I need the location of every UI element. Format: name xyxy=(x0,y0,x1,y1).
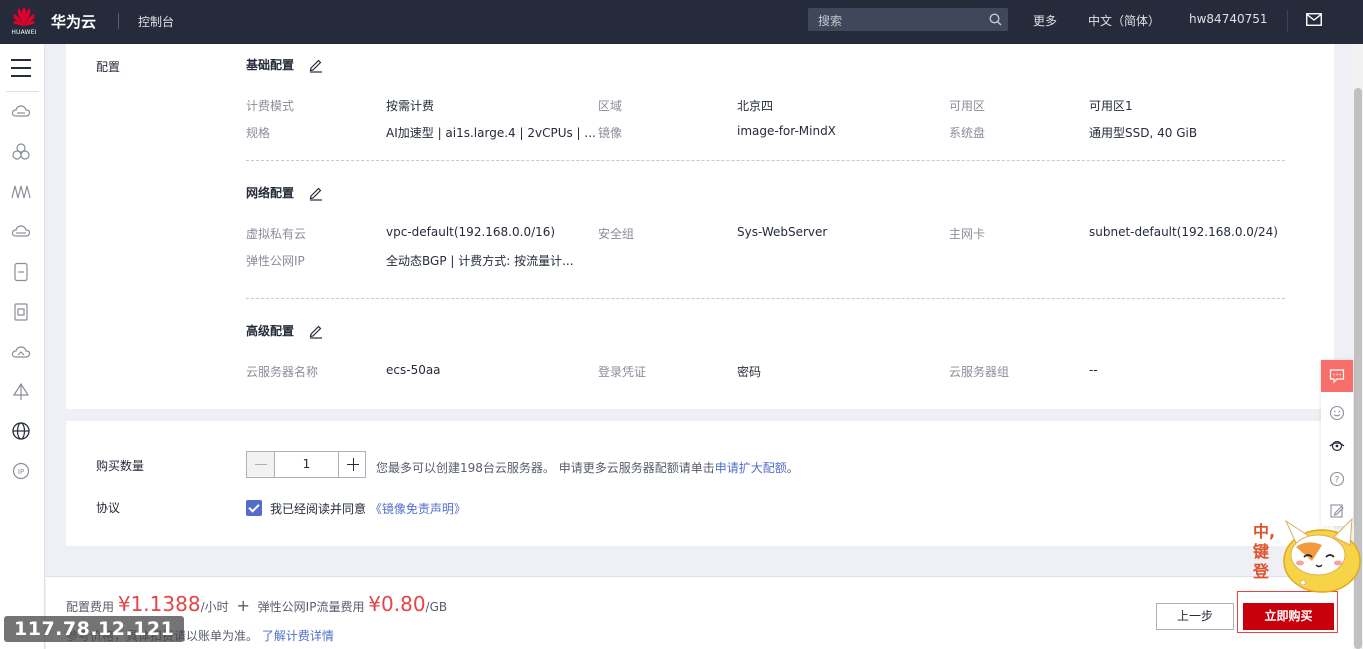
fee-summary: 配置费用 ¥1.1388/小时 + 弹性公网IP流量费用 ¥0.80/GB xyxy=(66,592,447,616)
ip-watermark-overlay: 117.78.12.121 xyxy=(4,616,185,642)
config-fee-unit: /小时 xyxy=(200,600,229,614)
vpc-key: 虚拟私有云 xyxy=(246,227,307,241)
chat-icon[interactable] xyxy=(1329,368,1345,384)
smiley-feedback-icon[interactable] xyxy=(1329,405,1345,421)
ip-icon[interactable]: IP xyxy=(11,461,31,481)
eip-fee-label: 弹性公网IP流量费用 xyxy=(257,600,365,614)
divider xyxy=(1287,10,1288,32)
quantity-hint-text: 您最多可以创建198台云服务器。 申请更多云服务器配额请单击 xyxy=(376,461,715,475)
storage-icon[interactable] xyxy=(11,222,31,242)
region-key: 区域 xyxy=(598,99,623,113)
globe-icon[interactable] xyxy=(11,421,31,441)
left-sidebar: IP xyxy=(0,44,45,649)
login-credential-value: 密码 xyxy=(737,365,762,379)
section-divider xyxy=(246,160,1285,161)
ime-mascot-label: 中,键登 xyxy=(1253,522,1276,581)
config-fee-price: ¥1.1388 xyxy=(117,592,201,616)
quantity-stepper: 1 xyxy=(246,451,366,478)
site-name[interactable]: 华为云 xyxy=(51,11,96,32)
document-icon[interactable] xyxy=(11,302,31,322)
network-icon[interactable] xyxy=(11,182,31,202)
eip-fee-unit: /GB xyxy=(425,600,448,614)
flavor-value: AI加速型 | ai1s.large.4 | 2vCPUs | ... xyxy=(386,126,596,140)
database-icon[interactable] xyxy=(11,262,31,282)
svg-text:IP: IP xyxy=(18,468,24,476)
agreement-text: 我已经阅读并同意 《镜像免责声明》 xyxy=(270,500,466,517)
advanced-config-title: 高级配置 xyxy=(246,324,295,338)
agree-text: 我已经阅读并同意 xyxy=(270,502,367,516)
eip-value: 全动态BGP | 计费方式: 按流量计... xyxy=(386,254,574,268)
server-name-value: ecs-50aa xyxy=(386,363,441,377)
billing-details-link[interactable]: 了解计费详情 xyxy=(262,629,334,643)
svg-text:?: ? xyxy=(1335,476,1340,486)
config-label: 配置 xyxy=(96,60,121,74)
billing-mode-key: 计费模式 xyxy=(246,99,295,113)
quantity-decrease-button[interactable] xyxy=(247,452,275,477)
quantity-label: 购买数量 xyxy=(96,459,145,473)
security-group-key: 安全组 xyxy=(598,227,635,241)
more-menu[interactable]: 更多 xyxy=(1033,12,1057,29)
server-group-key: 云服务器组 xyxy=(949,365,1010,379)
apply-quota-link[interactable]: 申请扩大配额 xyxy=(715,461,787,475)
security-group-value: Sys-WebServer xyxy=(737,225,828,239)
network-config-title: 网络配置 xyxy=(246,186,295,200)
agreement-label: 协议 xyxy=(96,501,121,515)
quantity-input[interactable]: 1 xyxy=(275,452,338,477)
image-disclaimer-link[interactable]: 《镜像免责声明》 xyxy=(370,502,466,516)
quantity-hint-suffix: 。 xyxy=(786,461,799,475)
menu-icon[interactable] xyxy=(11,59,31,83)
image-value: image-for-MindX xyxy=(737,124,836,138)
search-input[interactable]: 搜索 xyxy=(808,8,1008,31)
edit-advanced-config-icon[interactable] xyxy=(308,323,324,339)
search-placeholder: 搜索 xyxy=(818,14,843,28)
cloud-cluster-icon[interactable] xyxy=(11,142,31,162)
edit-basic-config-icon[interactable] xyxy=(308,57,324,73)
basic-config-title: 基础配置 xyxy=(246,58,295,72)
system-disk-key: 系统盘 xyxy=(949,126,986,140)
huawei-flower-icon xyxy=(13,7,35,26)
quantity-increase-button[interactable] xyxy=(338,452,366,477)
user-account[interactable]: hw84740751 xyxy=(1189,12,1268,26)
divider xyxy=(6,91,39,92)
deploy-icon[interactable] xyxy=(11,382,31,402)
divider xyxy=(118,13,119,29)
top-navigation-bar: HUAWEI 华为云 控制台 搜索 更多 中文（简体） hw84740751 xyxy=(0,0,1363,44)
primary-nic-key: 主网卡 xyxy=(949,227,986,241)
section-divider xyxy=(246,298,1285,299)
previous-step-button[interactable]: 上一步 xyxy=(1156,603,1234,630)
vpc-value: vpc-default(192.168.0.0/16) xyxy=(386,225,556,239)
quantity-hint: 您最多可以创建198台云服务器。 申请更多云服务器配额请单击申请扩大配额。 xyxy=(376,459,799,476)
billing-mode-value: 按需计费 xyxy=(386,99,435,113)
mail-icon[interactable] xyxy=(1306,13,1322,26)
buy-now-button[interactable]: 立即购买 xyxy=(1243,603,1334,630)
agreement-checkbox[interactable] xyxy=(246,500,262,516)
edit-network-config-icon[interactable] xyxy=(308,185,324,201)
search-icon[interactable] xyxy=(989,13,1002,26)
system-disk-value: 通用型SSD, 40 GiB xyxy=(1089,126,1198,140)
server-name-key: 云服务器名称 xyxy=(246,365,319,379)
plus-sign: + xyxy=(236,596,250,615)
image-key: 镜像 xyxy=(598,126,623,140)
brand-text: HUAWEI xyxy=(11,29,37,36)
cloud-icon[interactable] xyxy=(11,342,31,362)
region-value: 北京四 xyxy=(737,99,774,113)
eip-fee-price: ¥0.80 xyxy=(368,592,426,616)
eip-key: 弹性公网IP xyxy=(246,254,305,268)
cloud-server-icon[interactable] xyxy=(11,102,31,122)
primary-nic-value: subnet-default(192.168.0.0/24) xyxy=(1089,225,1278,239)
az-value: 可用区1 xyxy=(1089,99,1133,113)
flavor-key: 规格 xyxy=(246,126,271,140)
help-icon[interactable]: ? xyxy=(1329,471,1345,487)
customer-service-icon[interactable] xyxy=(1329,438,1345,454)
login-credential-key: 登录凭证 xyxy=(598,365,647,379)
language-switch[interactable]: 中文（简体） xyxy=(1088,12,1160,29)
console-link[interactable]: 控制台 xyxy=(138,13,174,30)
purchase-options-card xyxy=(66,421,1334,546)
huawei-logo[interactable]: HUAWEI xyxy=(8,4,40,40)
server-group-value: -- xyxy=(1089,363,1098,377)
config-fee-label: 配置费用 xyxy=(66,600,115,614)
az-key: 可用区 xyxy=(949,99,986,113)
